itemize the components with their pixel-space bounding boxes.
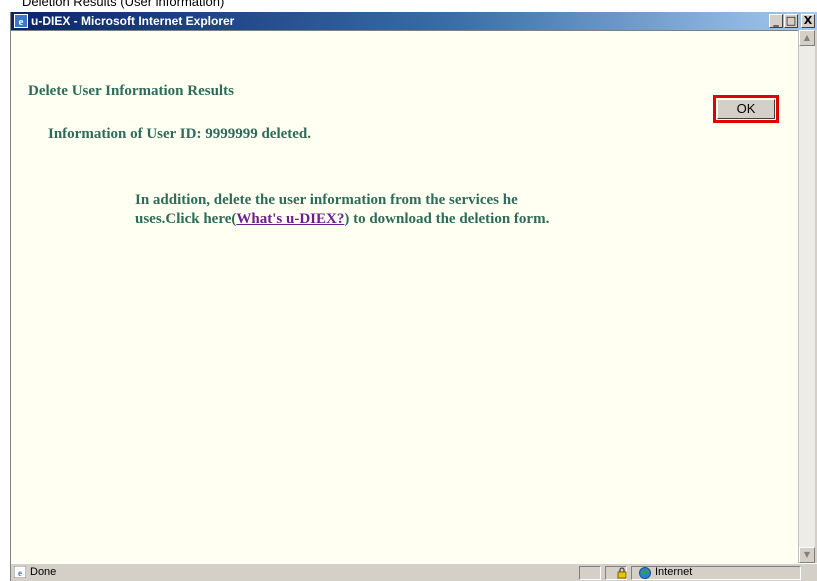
page-done-icon: e [14,566,26,578]
instruction-prefix: uses.Click here( [135,211,237,227]
ok-button[interactable]: OK [717,99,775,119]
status-panel [579,566,601,580]
page-content: Delete User Information Results OK Infor… [11,30,798,563]
zone-label: Internet [655,566,693,578]
whats-udiex-link[interactable]: What's u-DIEX? [236,211,344,227]
lock-icon [617,567,627,579]
title-bar[interactable]: e u-DIEX - Microsoft Internet Explorer _… [11,12,817,30]
deleted-message: Information of User ID: 9999999 deleted. [48,126,312,142]
internet-globe-icon [639,567,651,579]
maximize-button[interactable]: □ [784,14,798,28]
svg-text:e: e [18,568,22,578]
window-title: u-DIEX - Microsoft Internet Explorer [31,14,235,28]
instruction-suffix: ) to download the deletion form. [344,211,550,227]
instruction-line-2: uses.Click here(What's u-DIEX?) to downl… [135,210,549,229]
additional-instructions: In addition, delete the user information… [135,191,549,229]
minimize-button[interactable]: _ [769,14,783,28]
close-button[interactable]: X [801,14,815,28]
status-text: Done [30,566,57,578]
scroll-up-arrow-icon[interactable]: ▲ [799,30,815,46]
page-heading: Delete User Information Results [28,83,234,99]
instruction-line-1: In addition, delete the user information… [135,192,518,208]
status-bar: e Done Internet [11,563,817,581]
svg-text:e: e [19,16,24,28]
ie-logo-icon: e [14,14,28,28]
page-caption: Deletion Results (User information) [22,0,225,9]
scroll-down-arrow-icon[interactable]: ▼ [799,547,815,563]
vertical-scrollbar[interactable]: ▲ ▼ [798,30,815,563]
ie-window: e u-DIEX - Microsoft Internet Explorer _… [10,12,817,581]
